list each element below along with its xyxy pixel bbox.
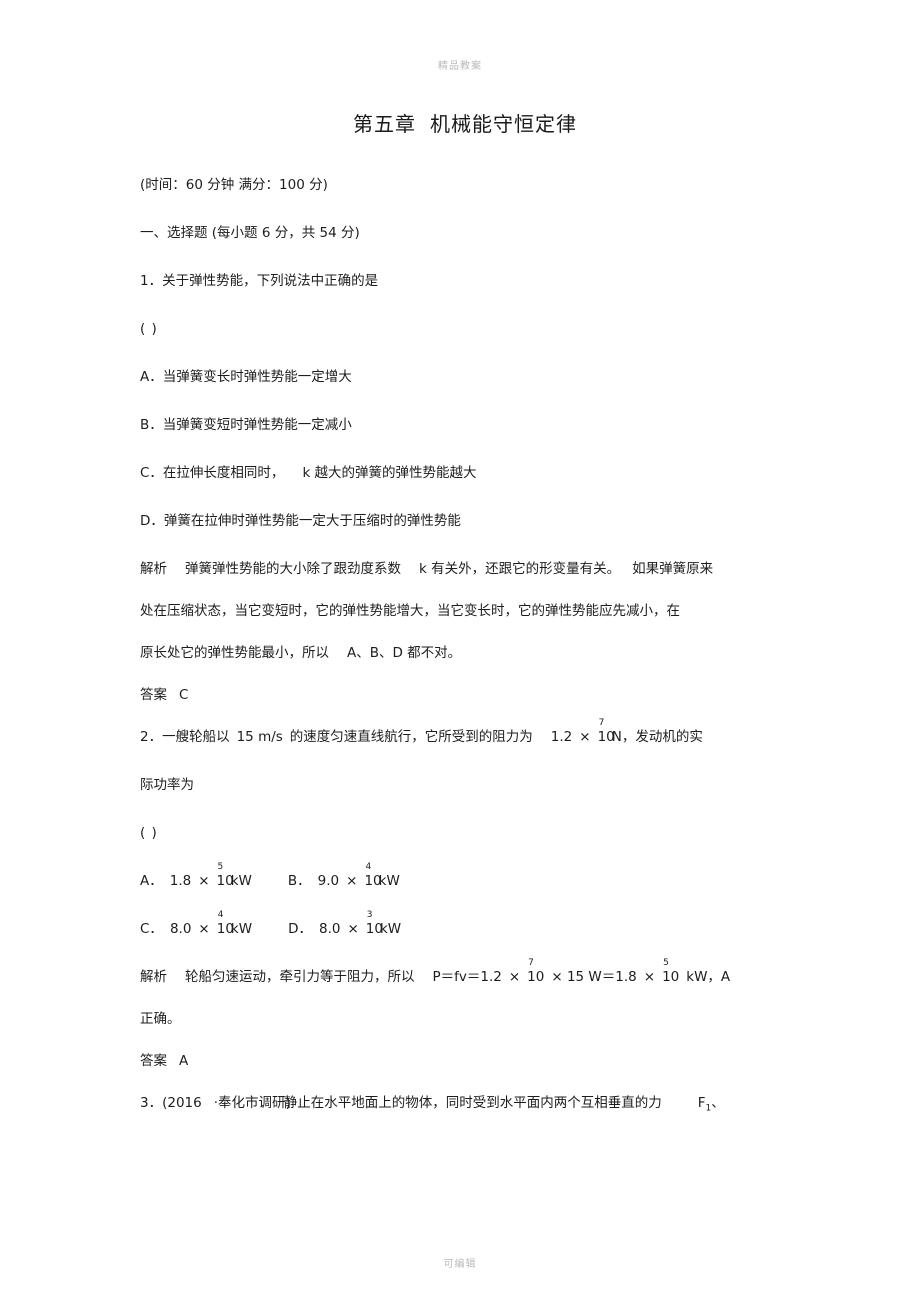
question-3-source-name: ·奉化市调研) [213, 1095, 291, 1111]
question-3-stem: 3．(2016 ·奉化市调研)静止在水平地面上的物体，同时受到水平面内两个互相垂直… [140, 1093, 790, 1113]
question-2-force-power: 10 7 [597, 718, 615, 746]
question-1-option-c: C．在拉伸长度相同时， k 越大的弹簧的弹性势能越大 [140, 463, 790, 483]
analysis-formula-part-2: × 15 W＝1.8 [551, 969, 637, 985]
document-body: 第五章 机械能守恒定律 (时间：60 分钟 满分：100 分) 一、选择题 (每小… [140, 108, 790, 1141]
answer-label: 答案 [140, 1053, 167, 1069]
question-1-answer: 答案 C [140, 685, 790, 705]
question-2-option-c: C． 8.0 × 10 4 kW [140, 910, 253, 938]
analysis-power-1: 10 7 [527, 958, 545, 986]
answer-label: 答案 [140, 687, 167, 703]
question-3-stem-tail: 、 [711, 1095, 725, 1111]
header-watermark: 精品教案 [438, 61, 482, 72]
analysis-text: 轮船匀速运动，牵引力等于阻力，所以 [185, 969, 415, 985]
question-1-option-c-head: C．在拉伸长度相同时， [140, 465, 285, 481]
analysis-label: 解析 [140, 969, 167, 985]
question-1-option-a: A．当弹簧变长时弹性势能一定增大 [140, 369, 352, 385]
section-heading: 一、选择题 (每小题 6 分，共 54 分) [140, 225, 360, 241]
question-3-source-year: (2016 [162, 1095, 202, 1111]
title-chapter: 第五章 [353, 112, 416, 136]
question-2-option-b: B． 9.0 × 10 4 kW [287, 862, 400, 890]
exam-info: (时间：60 分钟 满分：100 分) [140, 177, 328, 193]
question-2-text-b: 的速度匀速直线航行，它所受到的阻力为 [289, 729, 533, 745]
question-1-analysis-line-1: 解析 弹簧弹性势能的大小除了跟劲度系数 k 有关外，还跟它的形变量有关。 如果弹簧原来 [140, 559, 790, 579]
answer-value: A [179, 1053, 189, 1069]
question-1-analysis-line-2: 处在压缩状态，当它变短时，它的弹性势能增大，当它变长时，它的弹性势能应先减小，在 [140, 603, 680, 619]
question-2-speed: 15 m/s [236, 729, 283, 745]
multiply-sign: × [579, 729, 591, 745]
question-3-number: 3． [140, 1095, 163, 1111]
question-2-analysis: 解析 轮船匀速运动，牵引力等于阻力，所以 P＝fv＝1.2 × 10 7 × 15 W＝1.… [140, 958, 731, 986]
question-1-text: 关于弹性势能，下列说法中正确的是 [162, 273, 379, 289]
question-2-option-d: D． 8.0 × 10 3 kW [288, 910, 402, 938]
question-2-text-c: ，发动机的实 [621, 729, 703, 745]
question-2-force-mantissa: 1.2 [550, 729, 573, 745]
question-2-options-row-2: C． 8.0 × 10 4 kW D． 8.0 × 10 3 kW [140, 910, 790, 939]
question-1-option-b: B．当弹簧变短时弹性势能一定减小 [140, 417, 352, 433]
analysis-formula-part-1: P＝fv＝1.2 [432, 969, 502, 985]
document-page: 精品教案 第五章 机械能守恒定律 (时间：60 分钟 满分：100 分) 一、选择… [0, 0, 920, 1303]
question-1-number: 1． [140, 273, 163, 289]
question-1-analysis-line-3: 原长处它的弹性势能最小，所以 A、B、D 都不对。 [140, 643, 790, 663]
analysis-text-3a: 原长处它的弹性势能最小，所以 [140, 645, 329, 661]
page-title: 第五章 机械能守恒定律 [140, 108, 790, 137]
question-1-option-d: D．弹簧在拉伸时弹性势能一定大于压缩时的弹性势能 [140, 513, 461, 529]
question-2-analysis-line-2: 正确。 [140, 1011, 181, 1027]
analysis-text-3b: A、B、D 都不对。 [347, 645, 462, 661]
question-2-stem: 2．一艘轮船以 15 m/s 的速度匀速直线航行，它所受到的阻力为 1.2 × 10 7 N，… [140, 718, 790, 747]
question-3-force-symbol: F1 [697, 1095, 712, 1114]
analysis-tail: ，A [707, 969, 731, 985]
question-1-option-c-tail: k 越大的弹簧的弹性势能越大 [302, 465, 477, 481]
question-1-stem: 1．关于弹性势能，下列说法中正确的是 [140, 271, 790, 291]
title-name: 机械能守恒定律 [430, 112, 577, 136]
question-2-answer: 答案 A [140, 1051, 790, 1071]
question-2-options-row-1: A． 1.8 × 10 5 kW B． 9.0 × 10 4 kW [140, 862, 790, 891]
question-2-text-a: 一艘轮船以 [162, 729, 230, 745]
analysis-text-1a: 弹簧弹性势能的大小除了跟劲度系数 [185, 561, 401, 577]
question-2-option-a: A． 1.8 × 10 5 kW [140, 862, 252, 890]
analysis-text-1c: 如果弹簧原来 [632, 561, 714, 577]
question-2-number: 2． [140, 729, 163, 745]
question-2-answer-blank: ( ) [140, 825, 158, 841]
question-2-stem-line-2: 际功率为 [140, 777, 194, 793]
analysis-label: 解析 [140, 561, 167, 577]
analysis-power-2: 10 5 [662, 958, 680, 986]
analysis-text-1b: k 有关外，还跟它的形变量有关。 [419, 561, 621, 577]
question-3-text: 静止在水平地面上的物体，同时受到水平面内两个互相垂直的力 [283, 1095, 662, 1111]
question-1-answer-blank: ( ) [140, 321, 158, 337]
footer-watermark: 可编辑 [443, 1259, 477, 1270]
answer-value: C [179, 687, 189, 703]
